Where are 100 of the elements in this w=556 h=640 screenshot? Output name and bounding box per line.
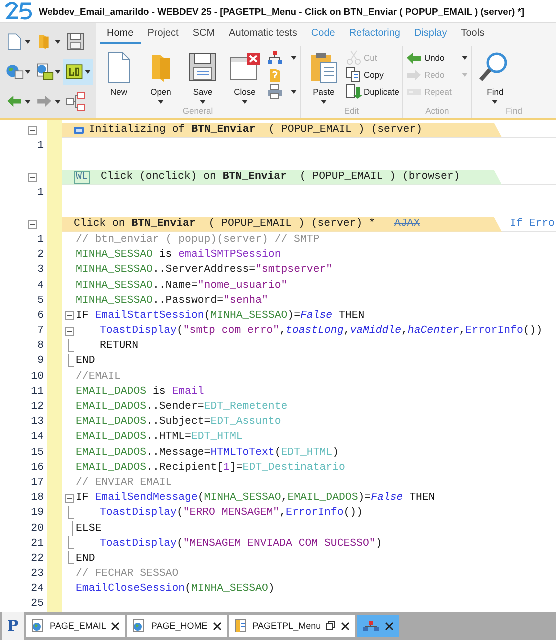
ribbon-button[interactable]: New — [99, 48, 139, 106]
document-tab[interactable]: PAGE_EMAIL — [26, 615, 126, 637]
line-number: 9 — [36, 355, 44, 368]
line-number: 16 — [30, 462, 44, 474]
line-number: 3 — [36, 264, 44, 276]
close-icon[interactable] — [111, 622, 120, 630]
caret-icon — [462, 73, 468, 77]
event-title: Initializing of BTN_Enviar ( POPUP_EMAIL ) (server) — [89, 124, 423, 136]
line-number: 25 — [30, 598, 44, 610]
caret-icon — [55, 40, 61, 44]
ribbon-tab[interactable]: Automatic tests — [222, 25, 304, 44]
line-number: 24 — [30, 583, 44, 596]
line-number: 12 — [30, 401, 44, 414]
code-line: MINHA_SESSAO..ServerAddress="smtpserver" — [76, 264, 333, 276]
group-label: Edit — [343, 106, 360, 118]
caret-icon — [242, 100, 248, 104]
group-label: Find — [504, 106, 524, 118]
line-number: 15 — [30, 446, 44, 459]
close-icon[interactable] — [341, 622, 350, 630]
code-line: END — [76, 355, 96, 368]
code-line: EMAIL_DADOS..Sender=EDT_Remetente — [76, 401, 288, 414]
collapse-icon[interactable] — [28, 220, 37, 229]
collapse-icon[interactable] — [65, 326, 74, 336]
language-tag: WL — [74, 170, 90, 184]
collapse-icon[interactable] — [65, 494, 74, 503]
error-handling-link[interactable]: If Erro — [510, 218, 555, 230]
ribbon-tab[interactable]: SCM — [186, 25, 222, 44]
code-line: EMAIL_DADOS..Message=HTMLToText(EDT_HTML) — [76, 446, 339, 459]
caret-icon — [25, 70, 31, 74]
collapse-icon[interactable] — [65, 311, 74, 320]
code-line: EmailCloseSession(MINHA_SESSAO) — [76, 583, 275, 596]
document-tab[interactable]: PAGETPL_Menu — [228, 615, 356, 637]
ribbon-button[interactable]: Duplicate — [346, 84, 400, 100]
undo-arrow-icon — [406, 50, 422, 66]
document-tab[interactable] — [357, 615, 400, 637]
line-number: 19 — [30, 507, 44, 520]
ribbon-tab[interactable]: Tools — [454, 25, 492, 44]
code-line: EMAIL_DADOS..HTML=EDT_HTML — [76, 431, 243, 444]
duplicate-icon — [346, 84, 362, 100]
app-logo: P — [2, 612, 24, 640]
ribbon-button[interactable]: Copy — [346, 67, 400, 83]
globe-page-icon — [31, 619, 45, 633]
code-line: END — [76, 552, 96, 565]
caret-icon — [291, 90, 297, 94]
ajax-toggle[interactable]: AJAX — [394, 218, 420, 230]
redo-arrow-icon — [406, 67, 422, 83]
ribbon-button[interactable] — [267, 84, 297, 100]
event-icon — [74, 126, 84, 134]
line-number: 23 — [30, 568, 44, 580]
window-title: Webdev_Email_amarildo - WEBDEV 25 - [PAGETPL_Menu - Click on BTN_Enviar ( POPUP_EMAIL ) (server) *] — [39, 6, 525, 16]
close-icon[interactable] — [385, 622, 394, 630]
code-line: RETURN — [99, 340, 138, 352]
line-number: 5 — [36, 294, 44, 307]
code-line: MINHA_SESSAO..Password="senha" — [76, 294, 268, 307]
ribbon-button[interactable]: Open — [141, 48, 181, 106]
ribbon-button[interactable]: Close — [225, 48, 265, 106]
line-number: 20 — [30, 522, 44, 535]
line-number: 6 — [36, 310, 44, 322]
template-icon — [234, 619, 248, 633]
printer-icon — [267, 84, 283, 100]
ribbon-button[interactable]: Paste — [304, 48, 344, 106]
line-number: 14 — [30, 431, 44, 444]
code-line: IF EmailSendMessage(MINHA_SESSAO,EMAIL_DADOS)=False THEN — [76, 492, 436, 504]
code-line: MINHA_SESSAO is emailSMTPSession — [76, 249, 282, 262]
ribbon-button[interactable] — [267, 50, 297, 66]
group-label: General — [182, 106, 214, 118]
document-tab[interactable]: PAGE_HOME — [127, 615, 227, 637]
collapse-icon[interactable] — [28, 126, 37, 134]
ribbon-button[interactable]: Undo — [406, 50, 468, 66]
scissors-icon — [346, 50, 362, 66]
event-title: Click on BTN_Enviar ( POPUP_EMAIL ) (server) * — [74, 218, 376, 230]
line-number: 7 — [36, 325, 44, 338]
line-number: 8 — [36, 340, 44, 352]
code-line: ToastDisplay("smtp com erro",toastLong,vaMiddle,haCenter,ErrorInfo()) — [99, 325, 543, 338]
caret-icon — [55, 100, 61, 104]
line-number: 13 — [30, 416, 44, 428]
globe-page-icon — [132, 619, 146, 633]
code-line: ToastDisplay("ERRO MENSAGEM",ErrorInfo()) — [99, 507, 364, 520]
line-number: 21 — [30, 538, 44, 550]
ribbon-button[interactable]: Save — [183, 48, 223, 106]
quick-access-button[interactable] — [63, 59, 93, 85]
globe-page-icon — [35, 61, 54, 83]
caret-icon — [85, 70, 91, 74]
line-number: 1 — [36, 140, 44, 152]
event-title: Click (onclick) on BTN_Enviar ( POPUP_EMAIL ) (browser) — [101, 171, 460, 184]
caret-icon — [25, 100, 31, 104]
close-icon[interactable] — [212, 622, 222, 630]
ribbon-button[interactable]: Find — [475, 48, 516, 106]
folder-question-icon — [267, 67, 283, 83]
caret-icon — [321, 100, 327, 104]
line-number: 1 — [36, 234, 44, 246]
code-line: //EMAIL — [76, 370, 121, 383]
code-line: // ENVIAR EMAIL — [76, 476, 172, 489]
copy-icon — [346, 67, 362, 83]
collapse-icon[interactable] — [28, 172, 37, 182]
restore-icon[interactable] — [326, 621, 336, 631]
ribbon-tab[interactable]: Project — [140, 25, 186, 44]
ribbon-tab[interactable]: Home — [100, 25, 141, 44]
line-number: 2 — [36, 249, 44, 262]
line-number: 1 — [36, 186, 44, 199]
